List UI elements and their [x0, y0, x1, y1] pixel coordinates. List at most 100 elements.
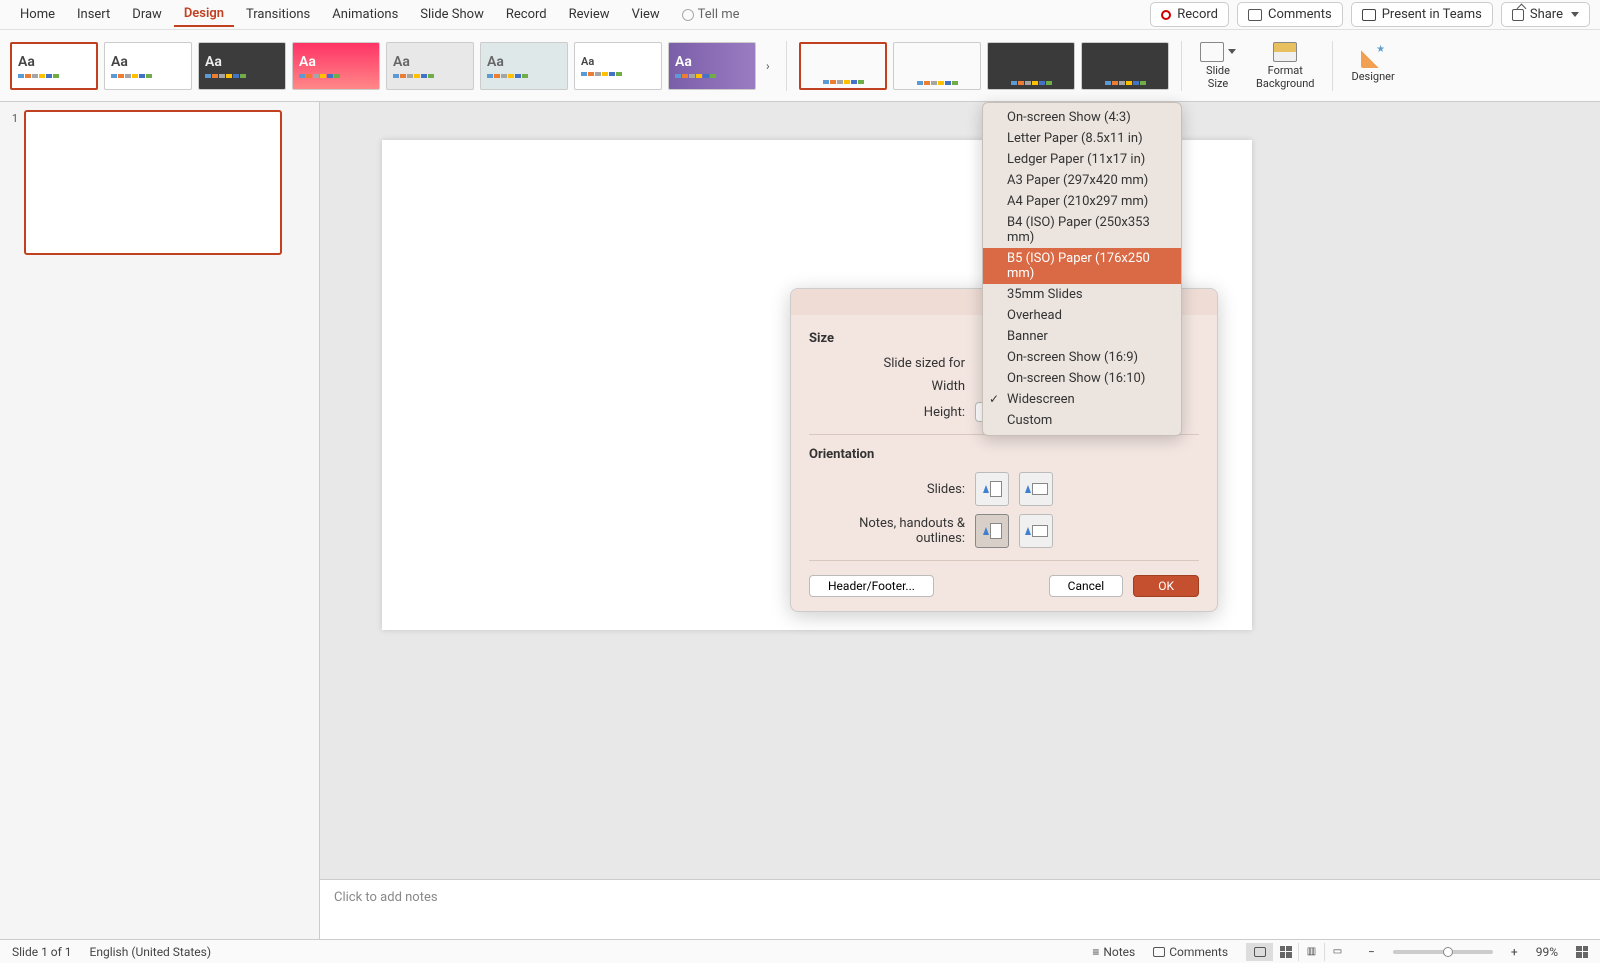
- menu-insert[interactable]: Insert: [67, 3, 120, 26]
- slide-thumbnail-panel: 1: [0, 102, 320, 939]
- divider: [809, 560, 1199, 561]
- chevron-down-icon: [1228, 49, 1236, 54]
- menu-draw[interactable]: Draw: [122, 3, 172, 26]
- normal-view-button[interactable]: [1246, 943, 1272, 961]
- variant-thumb-2[interactable]: [893, 42, 981, 90]
- zoom-level[interactable]: 99%: [1536, 945, 1558, 959]
- language-status[interactable]: English (United States): [90, 945, 212, 959]
- ok-button[interactable]: OK: [1133, 575, 1199, 597]
- theme-thumb-6[interactable]: Aa: [480, 42, 568, 90]
- status-bar: Slide 1 of 1 English (United States) ≡ N…: [0, 939, 1600, 963]
- comment-icon: [1248, 9, 1262, 21]
- theme-thumb-4[interactable]: Aa: [292, 42, 380, 90]
- page-portrait-icon: [990, 523, 1002, 539]
- dropdown-item-2[interactable]: Ledger Paper (11x17 in): [983, 149, 1181, 170]
- dropdown-item-12[interactable]: ✓Widescreen: [983, 389, 1181, 410]
- dropdown-item-3[interactable]: A3 Paper (297x420 mm): [983, 170, 1181, 191]
- slide-status[interactable]: Slide 1 of 1: [12, 945, 72, 959]
- dropdown-item-13[interactable]: Custom: [983, 410, 1181, 431]
- slide-thumbnail-1[interactable]: [24, 110, 282, 255]
- sorter-view-button[interactable]: [1272, 943, 1298, 961]
- dropdown-item-0[interactable]: On-screen Show (4:3): [983, 107, 1181, 128]
- arrow-up-icon: [983, 485, 989, 493]
- dropdown-item-9[interactable]: Banner: [983, 326, 1181, 347]
- share-icon: [1512, 9, 1524, 21]
- dropdown-item-11[interactable]: On-screen Show (16:10): [983, 368, 1181, 389]
- format-bg-label: Format Background: [1256, 64, 1314, 90]
- view-mode-buttons: ▥ ▭: [1246, 943, 1350, 961]
- theme-thumb-2[interactable]: Aa: [104, 42, 192, 90]
- dropdown-item-10[interactable]: On-screen Show (16:9): [983, 347, 1181, 368]
- menu-transitions[interactable]: Transitions: [236, 3, 320, 26]
- designer-button[interactable]: Designer: [1345, 48, 1400, 83]
- zoom-slider[interactable]: [1393, 950, 1493, 954]
- tell-me-label: Tell me: [698, 7, 740, 22]
- comments-toggle[interactable]: Comments: [1153, 945, 1228, 959]
- notes-portrait-button[interactable]: [975, 514, 1009, 548]
- format-background-button[interactable]: Format Background: [1250, 42, 1320, 90]
- designer-label: Designer: [1351, 70, 1394, 83]
- record-button[interactable]: Record: [1150, 2, 1229, 27]
- theme-thumb-5[interactable]: Aa: [386, 42, 474, 90]
- variant-thumb-3[interactable]: [987, 42, 1075, 90]
- menu-design[interactable]: Design: [174, 2, 234, 27]
- menu-view[interactable]: View: [622, 3, 670, 26]
- theme-thumb-3[interactable]: Aa: [198, 42, 286, 90]
- ribbon-separator-2: [1181, 41, 1182, 91]
- slides-portrait-button[interactable]: [975, 472, 1009, 506]
- zoom-in-button[interactable]: +: [1511, 945, 1518, 959]
- slide-size-button[interactable]: Slide Size: [1194, 42, 1242, 90]
- header-footer-button[interactable]: Header/Footer...: [809, 575, 934, 597]
- slides-landscape-button[interactable]: [1019, 472, 1053, 506]
- theme-gallery-more[interactable]: ›: [762, 59, 774, 73]
- dropdown-item-7[interactable]: 35mm Slides: [983, 284, 1181, 305]
- theme-thumb-8[interactable]: Aa: [668, 42, 756, 90]
- variant-thumb-1[interactable]: [799, 42, 887, 90]
- menu-animations[interactable]: Animations: [322, 3, 408, 26]
- cancel-button[interactable]: Cancel: [1049, 575, 1124, 597]
- dropdown-item-6[interactable]: B5 (ISO) Paper (176x250 mm): [983, 248, 1181, 284]
- designer-icon: [1361, 48, 1385, 68]
- variant-gallery: [799, 42, 1169, 90]
- record-dot-icon: [1161, 10, 1171, 20]
- dropdown-item-4[interactable]: A4 Paper (210x297 mm): [983, 191, 1181, 212]
- slideshow-view-button[interactable]: ▭: [1324, 943, 1350, 961]
- arrow-up-icon: [1025, 527, 1031, 535]
- ribbon-separator: [786, 41, 787, 91]
- notes-landscape-button[interactable]: [1019, 514, 1053, 548]
- zoom-out-button[interactable]: −: [1368, 945, 1375, 959]
- tell-me-search[interactable]: Tell me: [672, 7, 740, 22]
- dropdown-item-1[interactable]: Letter Paper (8.5x11 in): [983, 128, 1181, 149]
- reading-view-button[interactable]: ▥: [1298, 943, 1324, 961]
- slide-sized-for-label: Slide sized for: [809, 356, 975, 371]
- menu-slide-show[interactable]: Slide Show: [410, 3, 494, 26]
- theme-thumb-1[interactable]: Aa: [10, 42, 98, 90]
- present-in-teams-button[interactable]: Present in Teams: [1351, 2, 1493, 27]
- theme-thumb-7[interactable]: Aa: [574, 42, 662, 90]
- menu-review[interactable]: Review: [559, 3, 620, 26]
- dropdown-item-label: 35mm Slides: [1007, 287, 1083, 302]
- dropdown-item-label: On-screen Show (4:3): [1007, 110, 1131, 125]
- page-landscape-icon: [1032, 525, 1048, 537]
- comments-button[interactable]: Comments: [1237, 2, 1343, 27]
- slideshow-icon: ▭: [1333, 946, 1342, 957]
- fit-to-window-button[interactable]: [1576, 946, 1588, 958]
- variant-thumb-4[interactable]: [1081, 42, 1169, 90]
- menu-home[interactable]: Home: [10, 3, 65, 26]
- main-workspace: 1 Size Slide sized for Width Height:: [0, 102, 1600, 939]
- notes-pane[interactable]: Click to add notes: [320, 879, 1600, 939]
- dropdown-item-label: Overhead: [1007, 308, 1062, 323]
- menu-record[interactable]: Record: [496, 3, 557, 26]
- present-label: Present in Teams: [1382, 7, 1482, 22]
- notes-orientation-label: Notes, handouts & outlines:: [809, 516, 975, 546]
- zoom-knob[interactable]: [1443, 947, 1453, 957]
- dropdown-item-8[interactable]: Overhead: [983, 305, 1181, 326]
- share-button[interactable]: Share: [1501, 2, 1590, 27]
- comment-icon: [1153, 947, 1165, 957]
- dropdown-item-label: Widescreen: [1007, 392, 1075, 407]
- notes-status-label: Notes: [1103, 945, 1135, 959]
- slide-thumbnail-row[interactable]: 1: [8, 110, 311, 255]
- dropdown-item-5[interactable]: B4 (ISO) Paper (250x353 mm): [983, 212, 1181, 248]
- notes-toggle[interactable]: ≡ Notes: [1092, 945, 1135, 959]
- record-label: Record: [1177, 7, 1218, 22]
